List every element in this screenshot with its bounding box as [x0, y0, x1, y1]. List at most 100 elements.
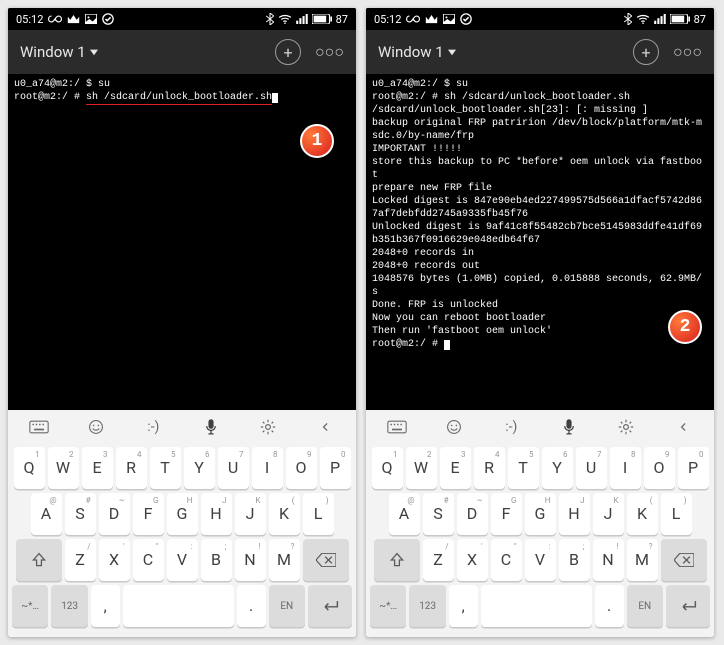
key-t[interactable]: 5T: [150, 447, 181, 489]
key-o[interactable]: 9O: [644, 447, 675, 489]
key-f[interactable]: GF: [133, 493, 164, 535]
backspace-key[interactable]: [661, 539, 707, 581]
comma-key[interactable]: ,: [449, 585, 478, 627]
settings-icon[interactable]: [605, 419, 647, 435]
key-i[interactable]: 8I: [252, 447, 283, 489]
key-w[interactable]: 2W: [48, 447, 79, 489]
status-bar: 05:1287: [366, 8, 714, 30]
settings-icon[interactable]: [247, 419, 289, 435]
key-c[interactable]: "C: [491, 539, 522, 581]
key-v[interactable]: :V: [167, 539, 198, 581]
key-c[interactable]: "C: [133, 539, 164, 581]
key-y[interactable]: 6Y: [542, 447, 573, 489]
key-a[interactable]: @A: [389, 493, 420, 535]
key-g[interactable]: HG: [525, 493, 556, 535]
space-key[interactable]: [481, 585, 592, 627]
status-battery: 87: [336, 13, 348, 26]
key-e[interactable]: 3E: [82, 447, 113, 489]
cursor-icon: [444, 340, 450, 350]
key-x[interactable]: 'X: [457, 539, 488, 581]
keyboard-switch-icon[interactable]: [18, 420, 60, 434]
numeric-key[interactable]: 123: [409, 585, 445, 627]
return-key[interactable]: [308, 585, 352, 627]
key-u[interactable]: 7U: [576, 447, 607, 489]
terminal-output[interactable]: u0_a74@m2:/ $ suroot@m2:/ # sh /sdcard/u…: [366, 74, 714, 410]
period-key[interactable]: .: [595, 585, 624, 627]
key-i[interactable]: 8I: [610, 447, 641, 489]
language-key[interactable]: EN: [269, 585, 305, 627]
language-key[interactable]: EN: [627, 585, 663, 627]
key-r[interactable]: 4R: [116, 447, 147, 489]
key-p[interactable]: 0P: [320, 447, 351, 489]
key-k[interactable]: (K: [627, 493, 658, 535]
key-v[interactable]: :V: [525, 539, 556, 581]
key-k[interactable]: (K: [269, 493, 300, 535]
symbols-key[interactable]: ~*…: [12, 585, 48, 627]
new-window-button[interactable]: +: [275, 39, 301, 65]
key-d[interactable]: ~D: [99, 493, 130, 535]
key-n[interactable]: !N: [235, 539, 266, 581]
key-w[interactable]: 2W: [406, 447, 437, 489]
app-header: Window 1 + ○○○: [366, 30, 714, 74]
key-q[interactable]: 1Q: [14, 447, 45, 489]
collapse-icon[interactable]: [304, 422, 346, 432]
key-n[interactable]: !N: [593, 539, 624, 581]
key-j[interactable]: KJ: [593, 493, 624, 535]
key-r[interactable]: 4R: [474, 447, 505, 489]
backspace-key[interactable]: [303, 539, 349, 581]
step-badge-2: 2: [668, 310, 702, 344]
mic-icon[interactable]: [548, 418, 590, 436]
key-p[interactable]: 0P: [678, 447, 709, 489]
numeric-key[interactable]: 123: [51, 585, 87, 627]
shift-key[interactable]: [374, 539, 420, 581]
key-m[interactable]: ?M: [627, 539, 658, 581]
symbols-key[interactable]: ~*…: [370, 585, 406, 627]
battery-icon: [312, 14, 332, 24]
battery-icon: [670, 14, 690, 24]
cursor-icon: [272, 93, 278, 103]
shift-key[interactable]: [16, 539, 62, 581]
key-s[interactable]: #S: [65, 493, 96, 535]
key-h[interactable]: JH: [201, 493, 232, 535]
key-g[interactable]: HG: [167, 493, 198, 535]
comma-key[interactable]: ,: [91, 585, 120, 627]
key-b[interactable]: ;B: [201, 539, 232, 581]
keyboard: :-) 1Q2W3E4R5T6Y7U8I9O0P @A#S~DGFHGJHKJ(K)…: [8, 410, 356, 637]
key-u[interactable]: 7U: [218, 447, 249, 489]
key-x[interactable]: 'X: [99, 539, 130, 581]
mic-icon[interactable]: [190, 418, 232, 436]
window-dropdown[interactable]: Window 1: [378, 43, 456, 61]
text-face[interactable]: :-): [132, 419, 174, 435]
key-a[interactable]: @A: [31, 493, 62, 535]
keyboard-switch-icon[interactable]: [376, 420, 418, 434]
key-q[interactable]: 1Q: [372, 447, 403, 489]
key-l[interactable]: )L: [661, 493, 692, 535]
key-l[interactable]: )L: [303, 493, 334, 535]
new-window-button[interactable]: +: [633, 39, 659, 65]
key-e[interactable]: 3E: [440, 447, 471, 489]
key-d[interactable]: ~D: [457, 493, 488, 535]
window-dropdown[interactable]: Window 1: [20, 43, 98, 61]
key-t[interactable]: 5T: [508, 447, 539, 489]
collapse-icon[interactable]: [662, 422, 704, 432]
infinity-icon: [406, 14, 420, 24]
key-f[interactable]: GF: [491, 493, 522, 535]
period-key[interactable]: .: [237, 585, 266, 627]
emoji-icon[interactable]: [433, 419, 475, 435]
key-j[interactable]: KJ: [235, 493, 266, 535]
more-menu-button[interactable]: ○○○: [673, 48, 702, 56]
key-h[interactable]: JH: [559, 493, 590, 535]
terminal-output[interactable]: u0_a74@m2:/ $ suroot@m2:/ # sh /sdcard/u…: [8, 74, 356, 410]
key-z[interactable]: /Z: [65, 539, 96, 581]
key-m[interactable]: ?M: [269, 539, 300, 581]
key-o[interactable]: 9O: [286, 447, 317, 489]
return-key[interactable]: [666, 585, 710, 627]
more-menu-button[interactable]: ○○○: [315, 48, 344, 56]
key-y[interactable]: 6Y: [184, 447, 215, 489]
emoji-icon[interactable]: [75, 419, 117, 435]
space-key[interactable]: [123, 585, 234, 627]
key-b[interactable]: ;B: [559, 539, 590, 581]
key-s[interactable]: #S: [423, 493, 454, 535]
key-z[interactable]: /Z: [423, 539, 454, 581]
text-face[interactable]: :-): [490, 419, 532, 435]
